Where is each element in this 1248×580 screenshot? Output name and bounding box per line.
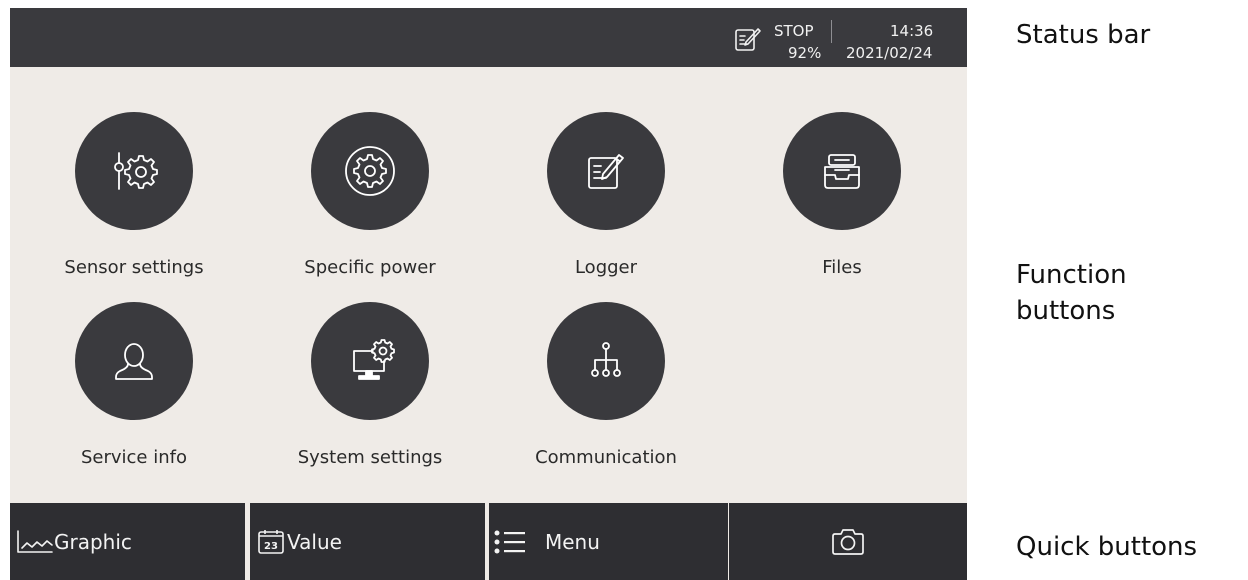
specific-power-circle — [311, 112, 429, 230]
files-icon — [824, 154, 860, 189]
logger-circle — [547, 112, 665, 230]
sensor-settings-button[interactable]: Sensor settings — [34, 112, 234, 278]
graphic-label: Graphic — [54, 529, 132, 554]
service-info-icon — [115, 343, 153, 380]
clock-date: 2021/02/24 — [846, 44, 933, 62]
device-screen: STOP 92% 14:36 2021/02/24 Sensor setting… — [10, 8, 967, 580]
quick-buttons-annotation: Quick buttons — [1016, 532, 1198, 562]
value-button[interactable]: 23 Value — [250, 503, 485, 580]
communication-button[interactable]: Communication — [506, 302, 706, 468]
function-label: Service info — [80, 447, 187, 468]
status-divider — [831, 20, 832, 43]
function-label: Communication — [535, 447, 677, 468]
function-label: Logger — [574, 257, 638, 278]
function-label: System settings — [297, 447, 443, 468]
files-button[interactable]: Files — [742, 112, 942, 278]
system-settings-circle — [311, 302, 429, 420]
camera-button[interactable] — [729, 503, 967, 580]
function-label: Files — [822, 257, 862, 278]
status-bar: STOP 92% 14:36 2021/02/24 — [10, 8, 967, 67]
graphic-button[interactable]: Graphic — [10, 503, 245, 580]
function-label: Specific power — [304, 257, 436, 278]
menu-icon — [494, 530, 525, 553]
camera-icon — [832, 528, 864, 555]
system-settings-icon — [353, 339, 395, 380]
system-settings-button[interactable]: System settings — [270, 302, 470, 468]
specific-power-icon — [345, 146, 395, 196]
service-info-circle — [75, 302, 193, 420]
logger-button[interactable]: Logger — [506, 112, 706, 278]
files-circle — [783, 112, 901, 230]
sensor-settings-icon — [114, 152, 158, 190]
menu-label: Menu — [545, 529, 600, 554]
battery-percent: 92% — [788, 44, 822, 62]
run-state: STOP — [774, 22, 814, 40]
status-bar-annotation: Status bar — [1016, 20, 1151, 50]
value-label: Value — [287, 529, 342, 554]
function-label: Sensor settings — [64, 257, 204, 278]
logger-icon — [588, 154, 624, 189]
function-buttons-annotation: Function buttons — [1016, 260, 1127, 326]
specific-power-button[interactable]: Specific power — [270, 112, 470, 278]
communication-circle — [547, 302, 665, 420]
value-icon-number: 23 — [264, 541, 278, 552]
communication-icon — [591, 342, 621, 377]
value-icon: 23 — [258, 529, 284, 554]
menu-button[interactable]: Menu — [489, 503, 728, 580]
graphic-icon — [17, 529, 53, 553]
quick-bar: Graphic 23 Value Menu — [10, 503, 967, 580]
service-info-button[interactable]: Service info — [34, 302, 234, 468]
clock-time: 14:36 — [890, 22, 934, 40]
sensor-settings-circle — [75, 112, 193, 230]
logger-status-icon — [735, 28, 761, 51]
